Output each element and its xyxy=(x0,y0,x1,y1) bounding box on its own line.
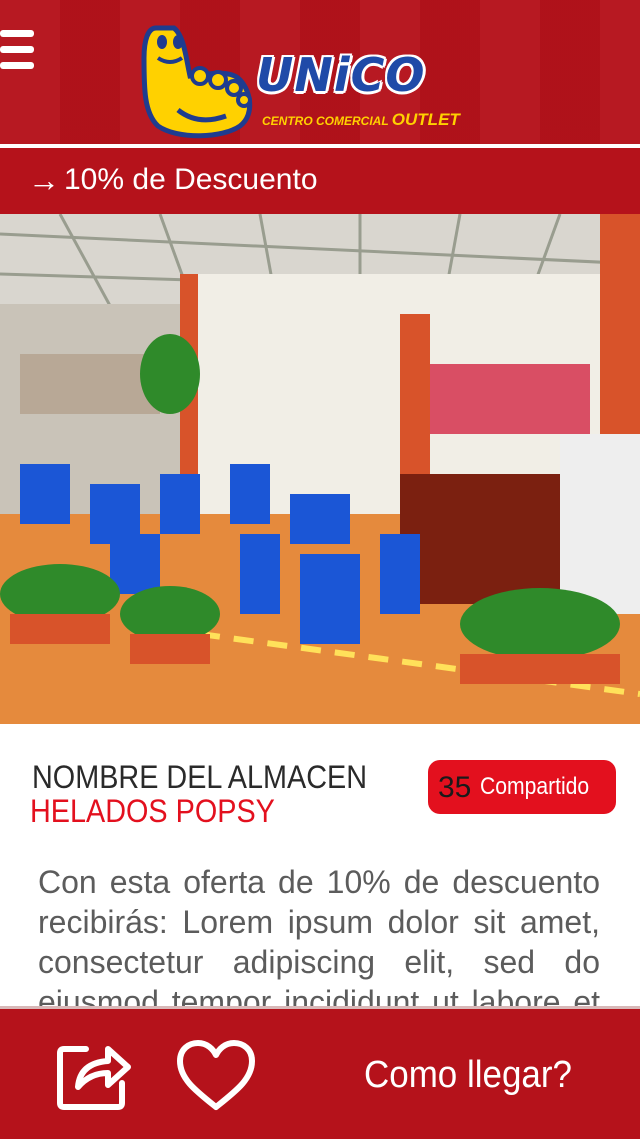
logo-wordmark: UNiCO xyxy=(256,48,426,102)
logo-tagline: CENTRO COMERCIAL OUTLET xyxy=(262,110,460,130)
store-photo xyxy=(0,214,640,724)
foot-mascot-icon xyxy=(141,25,253,139)
store-name: HELADOS POPSY xyxy=(30,793,275,829)
offer-description: Con esta oferta de 10% de descuento reci… xyxy=(38,864,600,1008)
store-label: NOMBRE DEL ALMACEN xyxy=(32,759,368,795)
arrow-right-icon: → xyxy=(28,162,60,198)
app-header: UNiCO CENTRO COMERCIAL OUTLET xyxy=(0,0,640,144)
bottom-action-bar: Como llegar? xyxy=(0,1006,640,1139)
hamburger-menu-icon[interactable] xyxy=(0,30,36,78)
food-court-image xyxy=(0,214,640,724)
share-count: 35 xyxy=(438,771,472,804)
promo-bar: → 10% de Descuento xyxy=(0,148,640,214)
logo-tagline-prefix: CENTRO COMERCIAL xyxy=(262,114,389,128)
share-icon[interactable] xyxy=(56,1039,132,1111)
directions-button[interactable]: Como llegar? xyxy=(364,1053,572,1097)
promo-text: 10% de Descuento xyxy=(64,163,318,196)
logo-tagline-suffix: OUTLET xyxy=(391,110,460,129)
share-count-label: Compartido xyxy=(480,773,590,800)
share-count-badge[interactable]: 35 Compartido xyxy=(428,760,616,814)
heart-icon[interactable] xyxy=(176,1039,256,1113)
unico-logo: UNiCO CENTRO COMERCIAL OUTLET xyxy=(138,18,460,142)
